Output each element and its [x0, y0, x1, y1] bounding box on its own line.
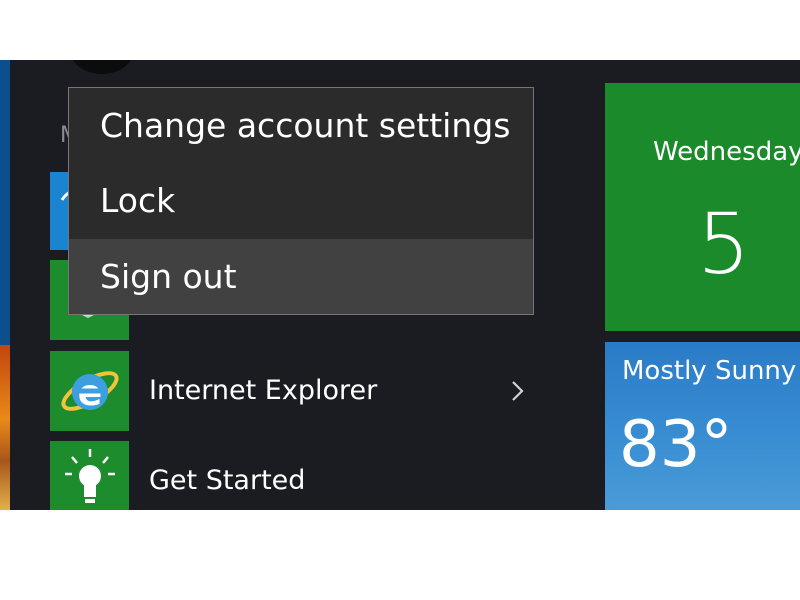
account-context-menu: Change account settings Lock Sign out — [68, 87, 534, 315]
live-tiles-panel: Wednesday 5 Mostly Sunny 83° — [595, 60, 800, 510]
start-menu-screen: M e Internet Explorer — [0, 60, 800, 510]
app-tile-get-started — [50, 441, 129, 510]
weather-condition: Mostly Sunny — [622, 356, 797, 386]
menu-item-change-account-settings[interactable]: Change account settings — [69, 88, 533, 163]
lightbulb-icon — [65, 449, 115, 503]
app-tile-internet-explorer: e — [50, 351, 129, 431]
desktop-wallpaper-bottom — [0, 345, 10, 510]
calendar-day: Wednesday — [653, 137, 800, 167]
page: M e Internet Explorer — [0, 0, 800, 600]
calendar-date: 5 — [697, 195, 751, 293]
app-label: Get Started — [149, 465, 306, 496]
calendar-tile[interactable]: Wednesday 5 — [605, 83, 800, 331]
chevron-right-icon[interactable] — [502, 369, 532, 413]
list-item-get-started[interactable]: Get Started — [50, 441, 570, 510]
internet-explorer-icon: e — [61, 371, 119, 414]
weather-temperature: 83° — [619, 408, 733, 482]
menu-item-lock[interactable]: Lock — [69, 163, 533, 238]
app-label: Internet Explorer — [149, 375, 378, 406]
user-avatar[interactable] — [70, 60, 134, 74]
list-item-internet-explorer[interactable]: e Internet Explorer — [50, 351, 570, 431]
weather-tile[interactable]: Mostly Sunny 83° — [605, 342, 800, 510]
menu-item-sign-out[interactable]: Sign out — [69, 239, 533, 314]
